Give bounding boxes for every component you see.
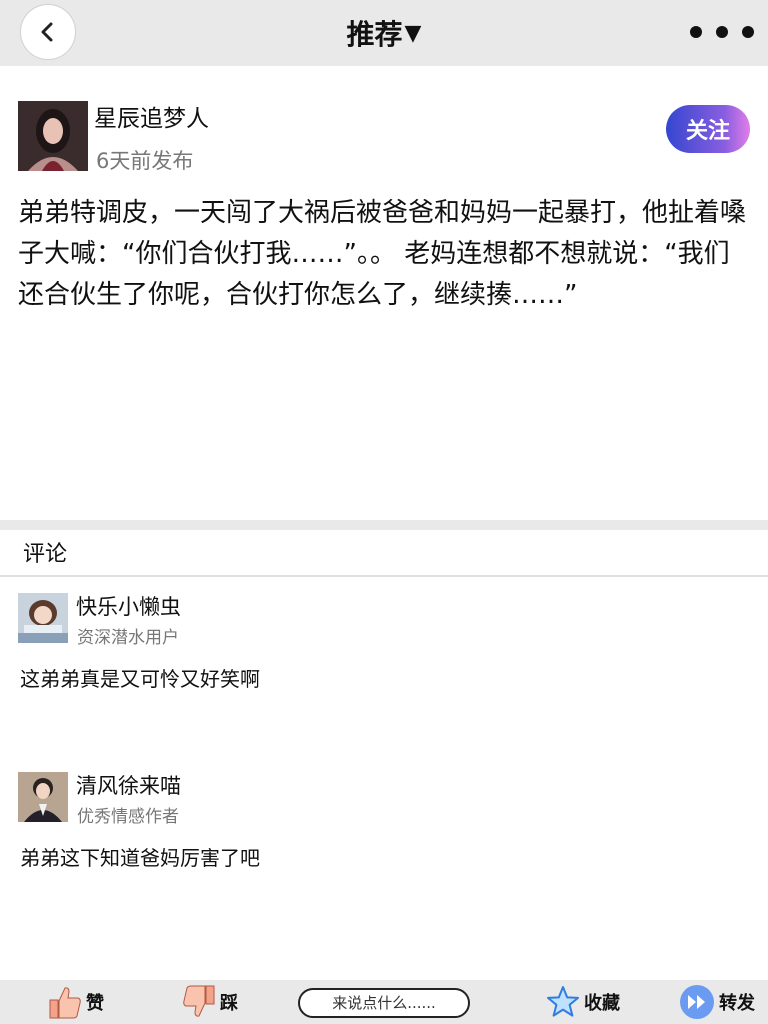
share-button[interactable]: 转发 (679, 980, 755, 1024)
thumbs-up-icon (49, 987, 81, 1019)
back-button[interactable] (20, 4, 76, 60)
like-button[interactable]: 赞 (48, 980, 104, 1024)
comments-heading: 评论 (23, 542, 68, 567)
post-content: 弟弟特调皮，一天闯了大祸后被爸爸和妈妈一起暴打，他扯着嗓子大喊：“你们合伙打我…… (18, 198, 747, 310)
post-time: 6天前发布 (96, 149, 194, 173)
commenter-name[interactable]: 清风徐来喵 (76, 770, 181, 800)
dislike-button[interactable]: 踩 (182, 980, 238, 1024)
comment-text: 这弟弟真是又可怜又好笑啊 (20, 667, 260, 691)
author-avatar[interactable] (18, 101, 88, 171)
anime-avatar-image (18, 772, 68, 822)
share-label: 转发 (719, 993, 755, 1014)
more-dot-icon (716, 26, 728, 38)
chevron-left-icon (41, 22, 53, 42)
commenter-avatar[interactable] (18, 593, 68, 643)
anime-avatar-image (18, 593, 68, 643)
comment-text: 弟弟这下知道爸妈厉害了吧 (20, 846, 260, 870)
thumbs-down-icon (183, 985, 215, 1017)
commenter-avatar[interactable] (18, 772, 68, 822)
comment-input[interactable] (298, 988, 470, 1018)
follow-button[interactable]: 关注 (666, 105, 750, 153)
star-icon (547, 986, 579, 1017)
portrait-image (18, 101, 88, 171)
commenter-name[interactable]: 快乐小懒虫 (76, 591, 181, 621)
author-name[interactable]: 星辰追梦人 (94, 99, 209, 133)
page-title: 推荐 (346, 18, 403, 51)
top-bar: 推荐 ▼ (0, 0, 768, 66)
caret-down-icon: ▼ (404, 20, 422, 46)
post-author: 星辰追梦人 6天前发布 关注 (18, 101, 750, 173)
favorite-button[interactable]: 收藏 (546, 980, 620, 1024)
comments-divider (0, 575, 768, 577)
feed-selector[interactable]: 推荐 ▼ (347, 13, 422, 53)
dislike-label: 踩 (220, 993, 238, 1014)
commenter-role: 资深潜水用户 (77, 628, 179, 648)
share-forward-icon (680, 985, 714, 1019)
more-dot-icon (742, 26, 754, 38)
bottom-action-bar: 赞 踩 收藏 转发 (0, 980, 768, 1024)
favorite-label: 收藏 (584, 993, 620, 1014)
section-divider (0, 520, 768, 530)
commenter-role: 优秀情感作者 (77, 807, 179, 827)
more-button[interactable] (690, 18, 754, 46)
like-label: 赞 (86, 993, 104, 1014)
more-dot-icon (690, 26, 702, 38)
